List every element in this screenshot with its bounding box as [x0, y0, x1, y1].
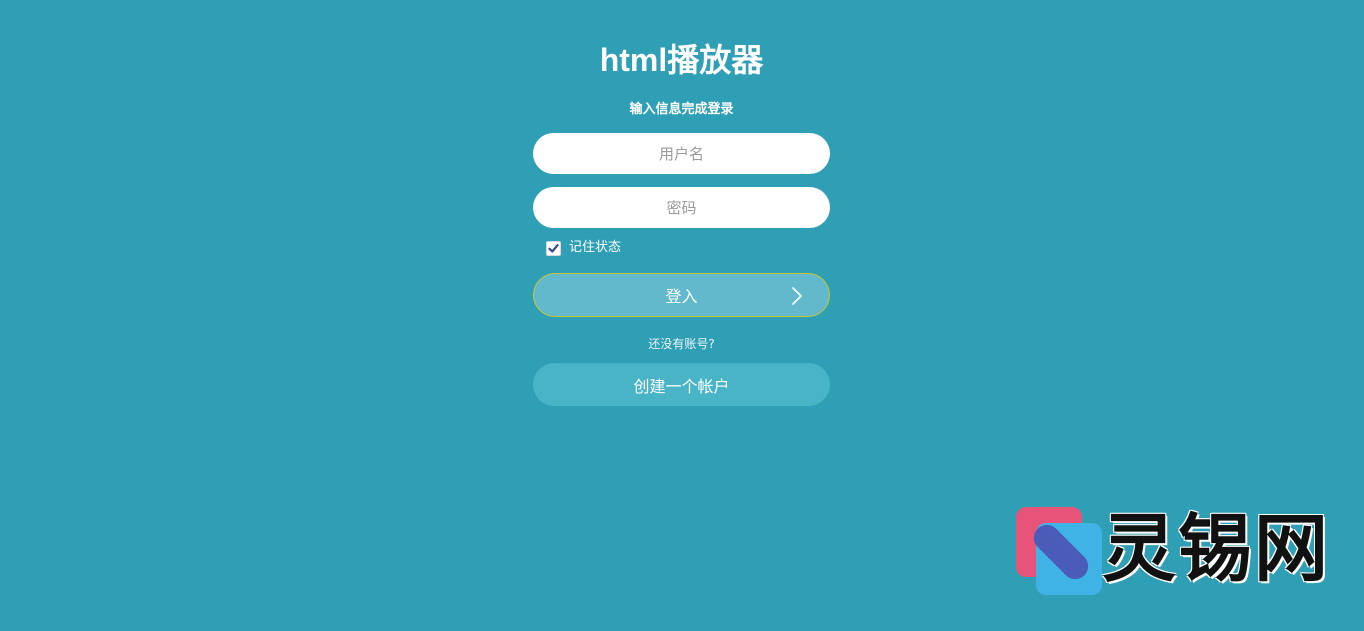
- remember-label: 记住状态: [569, 240, 622, 255]
- remember-toggle[interactable]: 记住状态: [546, 239, 621, 257]
- checkmark-icon: [548, 243, 559, 253]
- login-subtitle: 输入信息完成登录: [629, 102, 734, 117]
- password-input[interactable]: [533, 187, 830, 228]
- username-input[interactable]: [533, 133, 830, 174]
- remember-checkbox[interactable]: [546, 240, 561, 256]
- no-account-text: 还没有账号?: [648, 337, 715, 351]
- app-title: html播放器: [599, 42, 764, 78]
- create-account-button[interactable]: 创建一个帐户: [533, 363, 830, 406]
- lingxi-logo-icon: [1016, 507, 1102, 595]
- login-button-label: 登入: [665, 289, 698, 306]
- create-account-label: 创建一个帐户: [633, 378, 730, 396]
- chevron-right-icon: [792, 287, 802, 305]
- watermark: 灵锡网: [1014, 503, 1334, 598]
- login-button[interactable]: 登入: [533, 273, 830, 317]
- watermark-text: 灵锡网: [1102, 506, 1330, 592]
